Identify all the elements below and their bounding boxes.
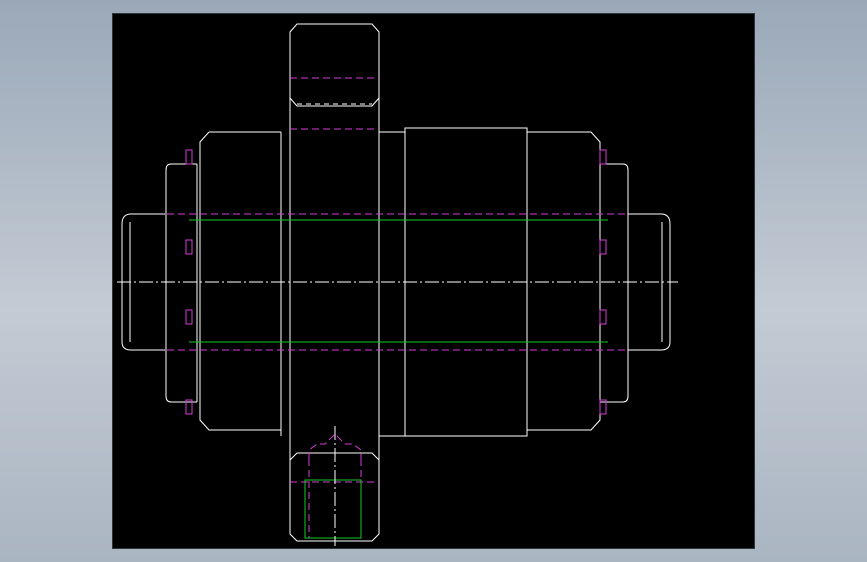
left-bearing-cap: [165, 163, 197, 403]
left-bolt-upper: [185, 239, 193, 255]
cad-drawing: [117, 23, 678, 546]
right-bearing-cap: [600, 163, 629, 403]
right-bolt-lower: [599, 309, 607, 325]
drawing-viewport[interactable]: [112, 13, 755, 549]
threaded-hole-core: [304, 479, 362, 539]
right-bolt-top: [599, 149, 607, 165]
cad-window: { "drawing": { "view": "front-elevation"…: [0, 0, 867, 562]
top-housing: [289, 23, 380, 107]
right-bolt-upper: [599, 239, 607, 255]
left-body: [199, 131, 281, 431]
left-bolt-top: [185, 149, 193, 165]
right-body: [527, 131, 601, 431]
left-bolt-lower: [185, 309, 193, 325]
